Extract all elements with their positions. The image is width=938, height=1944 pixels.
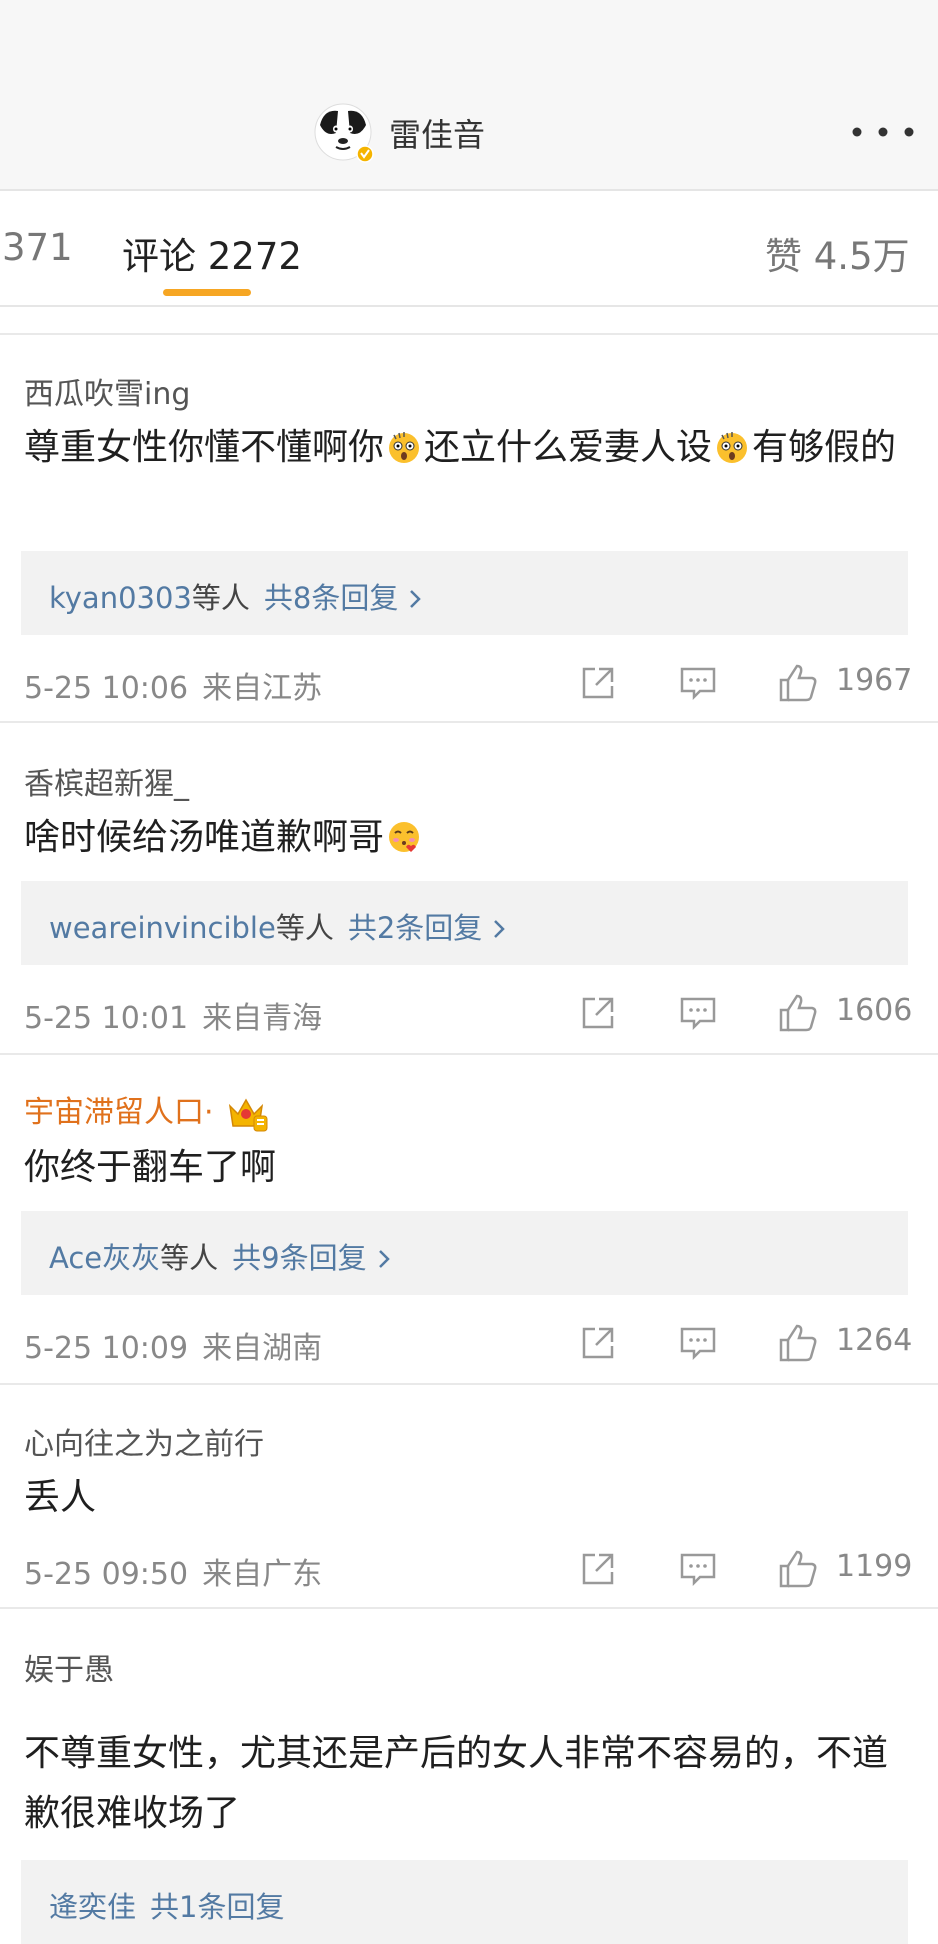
tab-likes-count: 4.5万 [813, 235, 910, 278]
tab-comments[interactable]: 评论 2272 [122, 226, 302, 280]
share-icon[interactable] [579, 664, 617, 702]
comment-text: 啥时候给汤唯道歉啊哥 [24, 808, 904, 868]
comment-time: 5-25 10:09 [24, 1331, 189, 1366]
share-icon[interactable] [579, 1550, 617, 1588]
comment-icon[interactable] [679, 664, 717, 702]
like-count: 1264 [836, 1323, 913, 1358]
comment-location: 来自湖南 [202, 1331, 323, 1366]
shocked-emoji-icon [717, 432, 748, 463]
comment-item: 香槟超新猩_ 啥时候给汤唯道歉啊哥 weareinvincible等人 共2条回复… [0, 723, 938, 1055]
comment-username[interactable]: 宇宙滞留人口· [24, 1087, 268, 1132]
comment-meta: 5-25 10:09 来自湖南 [24, 1323, 322, 1367]
comment-text: 你终于翻车了啊 [24, 1147, 277, 1188]
chevron-right-icon [410, 590, 422, 608]
reply-summary[interactable]: weareinvincible等人 共2条回复 [21, 881, 908, 965]
comment-item: 西瓜吹雪ing 尊重女性你懂不懂啊你 还立什么爱妻人设 有够假的 kyan0303等… [0, 333, 938, 723]
thumbs-up-icon[interactable] [777, 662, 819, 704]
tab-comments-label: 评论 [122, 235, 196, 278]
like-count: 1606 [836, 993, 913, 1028]
reply-user-link[interactable]: Ace灰灰 [49, 1241, 160, 1275]
comment-time: 5-25 10:06 [24, 671, 189, 706]
comment-icon[interactable] [679, 1550, 717, 1588]
comment-meta: 5-25 09:50 来自广东 [24, 1549, 322, 1593]
reply-total-link[interactable]: 共1条回复 [150, 1890, 284, 1924]
comment-location: 来自青海 [202, 1001, 323, 1036]
shocked-emoji-icon [389, 432, 420, 463]
tab-comments-count: 2272 [207, 235, 302, 278]
crown-badge-icon [228, 1098, 268, 1132]
comment-item: 娱于愚 不尊重女性，尤其还是产后的女人非常不容易的，不道歉很难收场了 逄奕佳 共1… [0, 1609, 938, 1944]
like-count: 1967 [836, 663, 913, 698]
verified-badge-icon [356, 145, 374, 163]
comment-icon[interactable] [679, 994, 717, 1032]
share-icon[interactable] [579, 1324, 617, 1362]
chevron-right-icon [494, 920, 506, 938]
comment-text: 丢人 [24, 1477, 97, 1518]
comment-username[interactable]: 心向往之为之前行 [24, 1419, 264, 1463]
reply-user-link[interactable]: 逄奕佳 [49, 1890, 136, 1924]
tab-likes[interactable]: 赞 4.5万 [765, 226, 910, 280]
thumbs-up-icon[interactable] [777, 1322, 819, 1364]
comment-item: 心向往之为之前行 丢人 5-25 09:50 来自广东 1199 [0, 1383, 938, 1609]
comment-icon[interactable] [679, 1324, 717, 1362]
share-icon[interactable] [579, 994, 617, 1032]
page-title: 雷佳音 [389, 116, 486, 154]
reply-total-link[interactable]: 共9条回复 [232, 1241, 366, 1275]
reply-user-link[interactable]: kyan0303 [49, 581, 192, 615]
comment-time: 5-25 10:01 [24, 1001, 189, 1036]
comment-username[interactable]: 香槟超新猩_ [24, 759, 189, 803]
comment-meta: 5-25 10:01 来自青海 [24, 993, 322, 1037]
thumbs-up-icon[interactable] [777, 1548, 819, 1590]
reply-total-link[interactable]: 共8条回复 [264, 581, 398, 615]
tab-likes-label: 赞 [765, 235, 802, 278]
comment-location: 来自广东 [202, 1557, 323, 1592]
reply-total-link[interactable]: 共2条回复 [348, 911, 482, 945]
comment-text: 尊重女性你懂不懂啊你 还立什么爱妻人设 有够假的 [24, 427, 897, 468]
comment-location: 来自江苏 [202, 671, 323, 706]
reply-summary[interactable]: Ace灰灰等人 共9条回复 [21, 1211, 908, 1295]
thumbs-up-icon[interactable] [777, 992, 819, 1034]
reply-user-link[interactable]: weareinvincible [49, 911, 276, 945]
comment-meta: 5-25 10:06 来自江苏 [24, 663, 322, 707]
blush-heart-emoji-icon [389, 822, 420, 852]
comment-text: 不尊重女性，尤其还是产后的女人非常不容易的，不道歉很难收场了 [24, 1733, 889, 1834]
top-header: 雷佳音 [0, 0, 938, 191]
tab-reposts[interactable]: 371 [2, 226, 73, 269]
reply-summary[interactable]: 逄奕佳 共1条回复 [21, 1860, 908, 1944]
like-count: 1199 [836, 1549, 913, 1584]
tab-reposts-count: 371 [2, 226, 73, 269]
comment-item: 宇宙滞留人口· 你终于翻车了啊 Ace灰灰等人 共9条回复 5-25 10:09 来… [0, 1053, 938, 1385]
comment-username[interactable]: 娱于愚 [24, 1645, 114, 1689]
comment-time: 5-25 09:50 [24, 1557, 189, 1592]
previous-comment-partial [0, 307, 938, 335]
comment-username[interactable]: 西瓜吹雪ing [24, 369, 190, 413]
chevron-right-icon [378, 1250, 390, 1268]
more-dots-icon[interactable] [851, 126, 915, 138]
tab-bar: 371 评论 2272 赞 4.5万 [0, 191, 938, 307]
reply-summary[interactable]: kyan0303等人 共8条回复 [21, 551, 908, 635]
active-tab-indicator [163, 289, 251, 296]
